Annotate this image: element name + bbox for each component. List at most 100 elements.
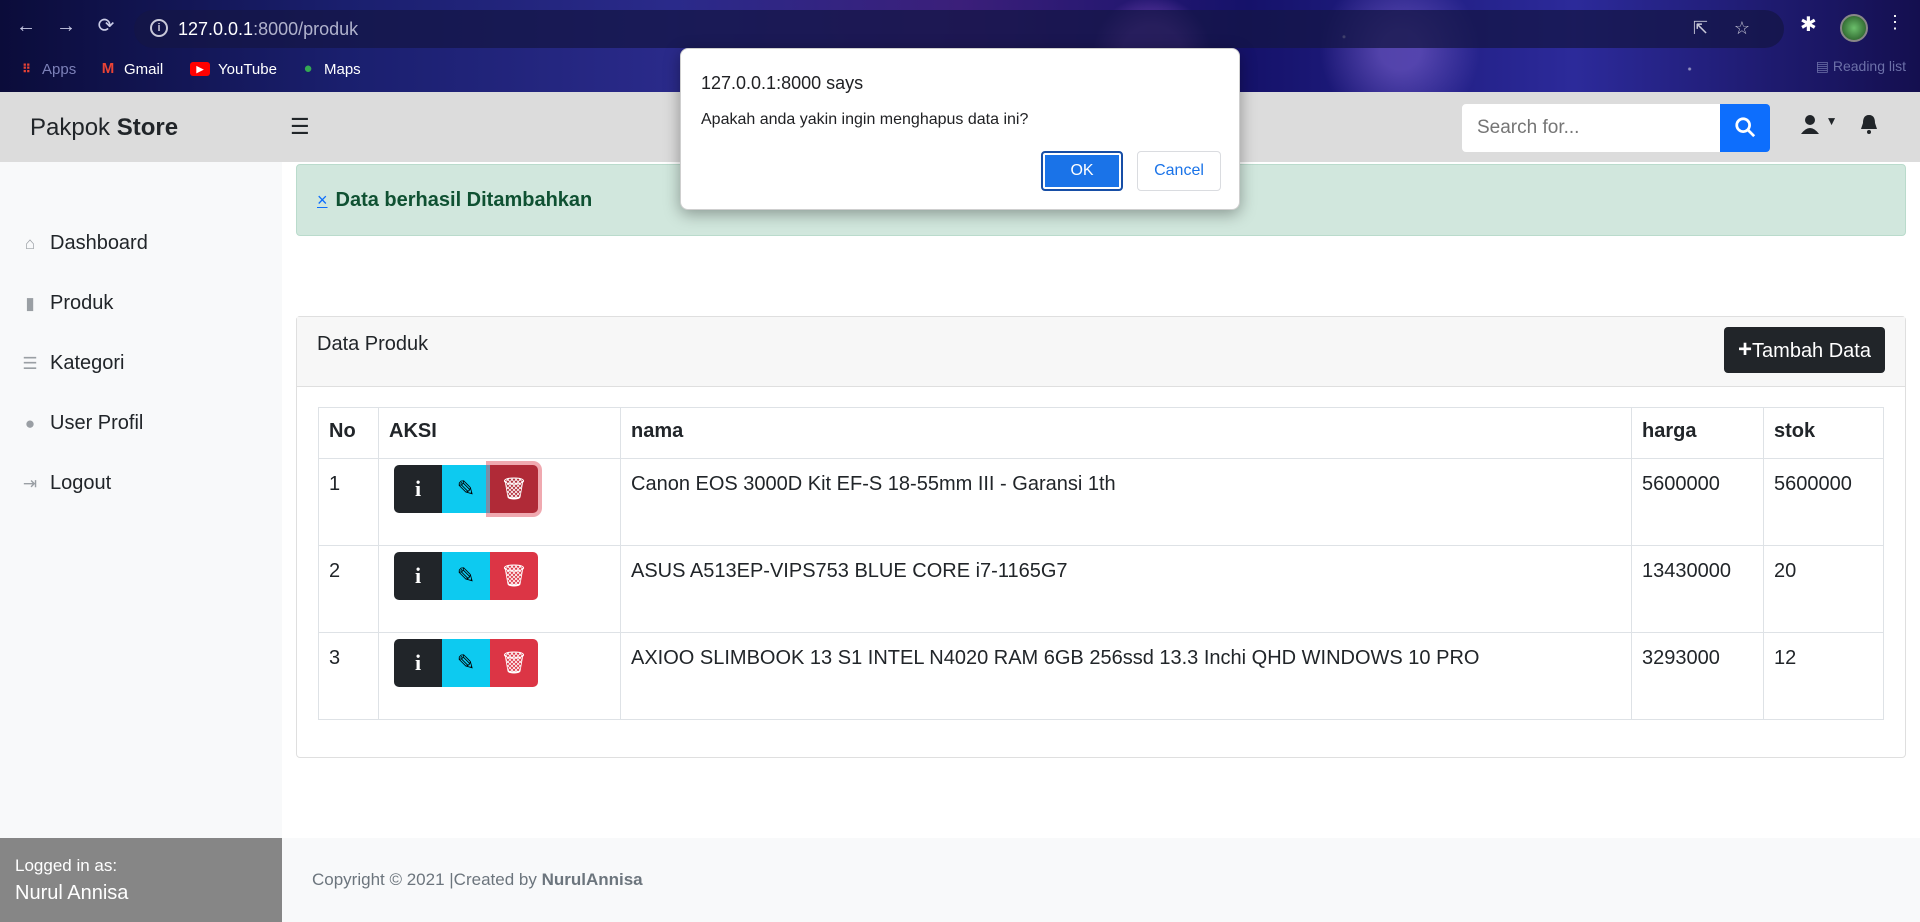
caret-down-icon: ▼: [1825, 114, 1838, 128]
dialog-title: 127.0.0.1:8000 says: [701, 73, 864, 93]
sidebar: ⌂ Dashboard ▮ Produk ☰ Kategori ● User P…: [0, 162, 282, 922]
sidebar-item-label: User Profil: [50, 412, 144, 434]
delete-button[interactable]: 🗑︎: [490, 552, 538, 600]
confirm-dialog: 127.0.0.1:8000 says Apakah anda yakin in…: [680, 48, 1240, 210]
search-icon: [1735, 116, 1756, 137]
dialog-message: Apakah anda yakin ingin menghapus data i…: [701, 111, 1029, 128]
action-group: i ✎ 🗑︎: [394, 465, 538, 513]
info-button[interactable]: i: [394, 465, 442, 513]
share-icon[interactable]: ⇱: [1693, 18, 1708, 39]
bookmark-label: Gmail: [124, 60, 164, 78]
profile-avatar[interactable]: [1840, 14, 1868, 42]
cell-nama: ASUS A513EP-VIPS753 BLUE CORE i7-1165G7: [620, 545, 1632, 633]
cell-no: 2: [318, 545, 379, 633]
delete-button[interactable]: 🗑︎: [490, 639, 538, 687]
youtube-icon: ▶: [190, 62, 210, 76]
column-header: No: [318, 407, 379, 459]
cell-harga: 13430000: [1631, 545, 1764, 633]
sidebar-item-label: Logout: [50, 472, 112, 494]
reading-list[interactable]: ▤ Reading list: [1816, 58, 1906, 75]
reload-icon[interactable]: ⟳: [94, 14, 118, 38]
product-table: No AKSI nama harga stok 1 i ✎ 🗑︎ Canon E…: [318, 407, 1884, 720]
list-icon: ☰: [22, 353, 38, 373]
menu-kebab-icon[interactable]: ⋮: [1886, 12, 1904, 33]
table-row: 2 i ✎ 🗑︎ ASUS A513EP-VIPS753 BLUE CORE i…: [318, 545, 1884, 633]
sidebar-item-produk[interactable]: ▮ Produk: [20, 292, 113, 315]
cell-harga: 3293000: [1631, 632, 1764, 720]
gmail-icon: M: [101, 60, 115, 77]
cell-stok: 12: [1763, 632, 1884, 720]
bookmark-maps[interactable]: ● Maps: [300, 58, 361, 80]
alert-message: Data berhasil Ditambahkan: [335, 188, 593, 211]
footer: Copyright © 2021 |Created by NurulAnnisa: [282, 838, 1920, 922]
address-bar[interactable]: i 127.0.0.1:8000/produk ⇱ ☆: [134, 10, 1784, 48]
logged-in-username: Nurul Annisa: [15, 882, 129, 904]
bookmark-star-icon[interactable]: ☆: [1734, 18, 1750, 39]
brand-logo[interactable]: Pakpok Store: [30, 114, 178, 142]
info-button[interactable]: i: [394, 639, 442, 687]
cell-nama: AXIOO SLIMBOOK 13 S1 INTEL N4020 RAM 6GB…: [620, 632, 1632, 720]
sign-out-icon: ⇥: [22, 473, 38, 493]
plus-icon: +: [1738, 336, 1753, 363]
card-title: Data Produk: [317, 333, 429, 355]
sidebar-item-kategori[interactable]: ☰ Kategori: [20, 352, 125, 375]
cell-actions: i ✎ 🗑︎: [378, 458, 621, 546]
bag-icon: ▮: [25, 293, 35, 313]
cell-no: 1: [318, 458, 379, 546]
extensions-icon[interactable]: ✱: [1800, 12, 1817, 37]
bookmark-label: Maps: [324, 60, 361, 78]
search-button[interactable]: [1720, 104, 1770, 152]
user-icon: [1801, 115, 1819, 134]
card-header: Data Produk +Tambah Data: [297, 317, 1905, 387]
copyright-text: Copyright © 2021 |Created by: [312, 870, 542, 889]
home-icon: ⌂: [24, 233, 36, 253]
search-input[interactable]: [1462, 104, 1720, 152]
column-header: harga: [1631, 407, 1764, 459]
cell-actions: i ✎ 🗑︎: [378, 632, 621, 720]
info-button[interactable]: i: [394, 552, 442, 600]
cell-stok: 20: [1763, 545, 1884, 633]
forward-icon[interactable]: →: [54, 14, 78, 38]
back-icon[interactable]: ←: [14, 14, 38, 38]
url-text[interactable]: 127.0.0.1:8000/produk: [178, 19, 358, 40]
sidebar-item-logout[interactable]: ⇥ Logout: [20, 472, 111, 495]
column-header: AKSI: [378, 407, 621, 459]
notifications-button[interactable]: [1860, 114, 1878, 140]
add-data-button[interactable]: +Tambah Data: [1724, 327, 1885, 373]
edit-button[interactable]: ✎: [442, 465, 490, 513]
table-row: 3 i ✎ 🗑︎ AXIOO SLIMBOOK 13 S1 INTEL N402…: [318, 632, 1884, 720]
dialog-cancel-button[interactable]: Cancel: [1137, 151, 1221, 191]
bookmark-label: Apps: [42, 60, 77, 78]
cell-no: 3: [318, 632, 379, 720]
dialog-ok-button[interactable]: OK: [1041, 151, 1123, 191]
delete-button[interactable]: 🗑︎: [490, 465, 538, 513]
bookmark-gmail[interactable]: M Gmail: [100, 58, 163, 80]
column-header: nama: [620, 407, 1632, 459]
sidebar-item-label: Kategori: [50, 352, 125, 374]
site-info-icon[interactable]: i: [150, 19, 168, 37]
product-card: Data Produk +Tambah Data No AKSI nama ha…: [296, 316, 1906, 758]
alert-close-button[interactable]: ×: [317, 190, 328, 211]
apps-grid-icon: ⠿: [22, 62, 31, 76]
sidebar-item-dashboard[interactable]: ⌂ Dashboard: [20, 232, 148, 255]
logged-in-panel: Logged in as: Nurul Annisa: [0, 838, 282, 922]
cell-actions: i ✎ 🗑︎: [378, 545, 621, 633]
edit-button[interactable]: ✎: [442, 639, 490, 687]
column-header: stok: [1763, 407, 1884, 459]
edit-button[interactable]: ✎: [442, 552, 490, 600]
logged-in-label: Logged in as:: [15, 856, 118, 875]
maps-icon: ●: [303, 60, 313, 77]
cell-nama: Canon EOS 3000D Kit EF-S 18-55mm III - G…: [620, 458, 1632, 546]
user-icon: ●: [24, 413, 36, 433]
bookmark-apps[interactable]: ⠿ Apps: [18, 58, 76, 80]
user-dropdown[interactable]: ▼: [1800, 114, 1837, 140]
action-group: i ✎ 🗑︎: [394, 639, 538, 687]
cell-harga: 5600000: [1631, 458, 1764, 546]
sidebar-toggle-icon[interactable]: ☰: [290, 114, 310, 140]
sidebar-item-user-profil[interactable]: ● User Profil: [20, 412, 144, 435]
action-group: i ✎ 🗑︎: [394, 552, 538, 600]
cell-stok: 5600000: [1763, 458, 1884, 546]
bookmark-youtube[interactable]: ▶ YouTube: [190, 58, 277, 80]
sidebar-item-label: Dashboard: [50, 232, 148, 254]
sidebar-item-label: Produk: [50, 292, 114, 314]
